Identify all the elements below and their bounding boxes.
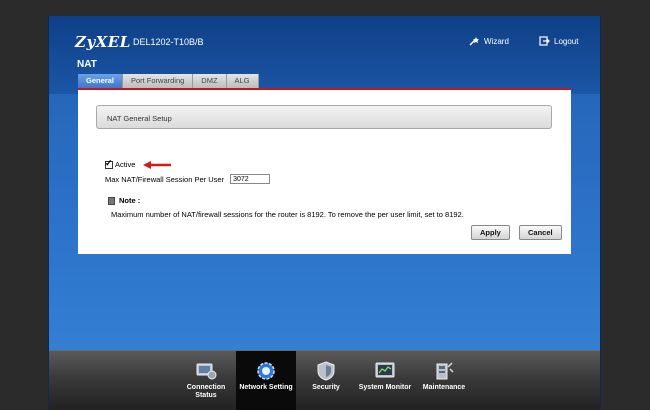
logout-label: Logout (554, 36, 579, 46)
wizard-label: Wizard (484, 36, 509, 46)
active-row: Active (105, 158, 136, 169)
session-row: Max NAT/Firewall Session Per User (105, 174, 271, 184)
monitor-icon (196, 363, 217, 380)
nav-maintenance[interactable]: Maintenance (415, 351, 473, 410)
nav-connection-status[interactable]: Connection Status (177, 351, 235, 410)
content-panel: NAT General Setup Active Max NAT/Firewal… (78, 90, 571, 254)
model-name: DEL1202-T10B/B (133, 37, 204, 47)
note-text: Maximum number of NAT/firewall sessions … (111, 210, 464, 219)
chart-icon (375, 362, 395, 378)
gear-icon (257, 362, 275, 380)
section-header: NAT General Setup (96, 105, 552, 129)
wizard-icon (469, 37, 479, 46)
note-heading: Note : (108, 196, 140, 205)
tools-icon (436, 362, 454, 380)
note-title: Note : (119, 196, 141, 205)
nav-label-security: Security (312, 384, 340, 391)
nav-label-network-setting: Network Setting (239, 384, 293, 391)
nav-label-connection-status: Connection Status (186, 384, 226, 399)
nav-security[interactable]: Security (297, 351, 355, 410)
cancel-button[interactable]: Cancel (519, 225, 562, 240)
page-title: NAT (77, 59, 97, 70)
red-arrow-icon (143, 161, 171, 169)
wizard-link[interactable]: Wizard (469, 36, 509, 46)
shield-icon (317, 361, 335, 381)
tab-dmz[interactable]: DMZ (193, 74, 227, 88)
apply-button[interactable]: Apply (471, 225, 510, 240)
active-label: Active (115, 160, 136, 169)
tab-alg[interactable]: ALG (226, 74, 259, 88)
logout-icon (539, 36, 550, 46)
note-icon (108, 196, 115, 205)
router-frame: ZyXEL DEL1202-T10B/B NAT Wizard Logout G… (48, 16, 601, 410)
tab-bar: General Port Forwarding DMZ ALG (78, 74, 259, 88)
top-header: ZyXEL DEL1202-T10B/B NAT Wizard Logout G… (49, 16, 600, 94)
tab-general[interactable]: General (78, 74, 123, 88)
session-label: Max NAT/Firewall Session Per User (105, 174, 225, 184)
nav-label-system-monitor: System Monitor (358, 384, 412, 391)
tab-port-forwarding[interactable]: Port Forwarding (122, 74, 194, 88)
active-checkbox[interactable] (105, 158, 113, 169)
session-input[interactable] (230, 174, 271, 184)
bottom-nav: Connection Status Network Setting Securi… (49, 350, 600, 410)
nav-label-maintenance: Maintenance (422, 384, 466, 391)
nav-network-setting[interactable]: Network Setting (236, 351, 296, 410)
section-title: NAT General Setup (107, 114, 172, 123)
zyxel-logo: ZyXEL (75, 33, 131, 51)
nav-system-monitor[interactable]: System Monitor (356, 351, 414, 410)
logout-link[interactable]: Logout (539, 36, 578, 46)
